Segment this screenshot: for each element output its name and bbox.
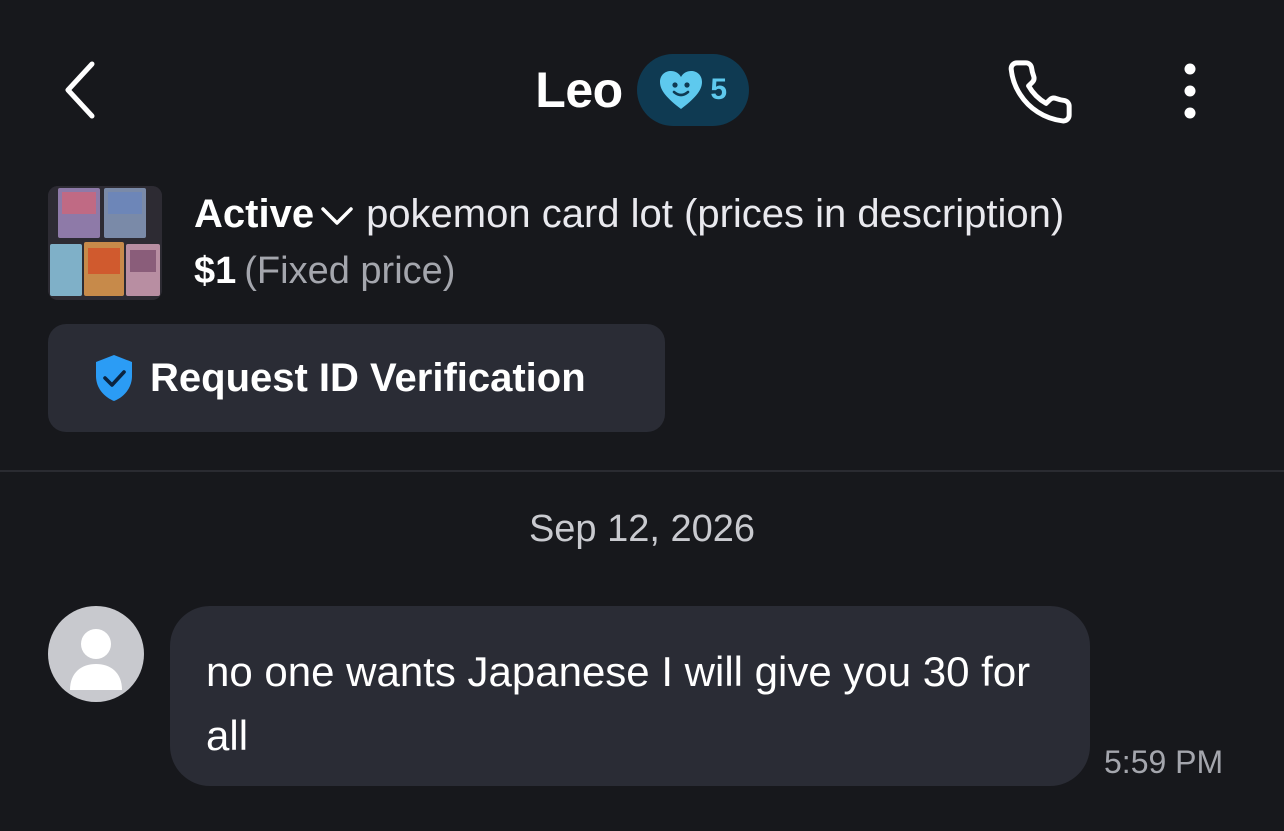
call-button[interactable] <box>998 50 1082 134</box>
heart-face-icon <box>660 71 703 109</box>
back-button[interactable] <box>48 54 112 126</box>
verification-label: Request ID Verification <box>150 355 586 400</box>
listing-price: $1 <box>194 250 237 292</box>
contact-name: Leo <box>535 62 623 118</box>
listing-thumbnail[interactable] <box>48 186 162 300</box>
rating-badge: 5 <box>636 54 749 126</box>
phone-icon <box>1008 60 1072 124</box>
listing-price-type: (Fixed price) <box>244 250 456 292</box>
listing-title: pokemon card lot (prices in description) <box>366 192 1065 236</box>
message-text: no one wants Japanese I will give you 30… <box>206 648 1031 759</box>
request-id-verification-button[interactable]: Request ID Verification <box>48 324 665 432</box>
listing-header[interactable]: Active pokemon card lot (prices in descri… <box>194 190 1064 238</box>
user-placeholder-icon <box>70 629 122 690</box>
shield-check-icon <box>96 355 132 401</box>
pokemon-cards-image <box>48 186 162 300</box>
avatar[interactable] <box>48 606 144 702</box>
chevron-left-icon <box>65 61 95 119</box>
chat-header: Leo 5 <box>0 52 1284 128</box>
more-vertical-icon <box>1184 63 1196 119</box>
date-separator: Sep 12, 2026 <box>528 508 756 550</box>
message-bubble[interactable]: no one wants Japanese I will give you 30… <box>170 606 1090 786</box>
chevron-down-icon <box>321 207 353 226</box>
divider <box>0 470 1284 472</box>
message-timestamp: 5:59 PM <box>1104 744 1224 780</box>
more-options-button[interactable] <box>1160 56 1220 126</box>
listing-status[interactable]: Active <box>194 192 314 236</box>
listing-price-row: $1 (Fixed price) <box>194 248 455 294</box>
rating-count: 5 <box>710 73 728 106</box>
